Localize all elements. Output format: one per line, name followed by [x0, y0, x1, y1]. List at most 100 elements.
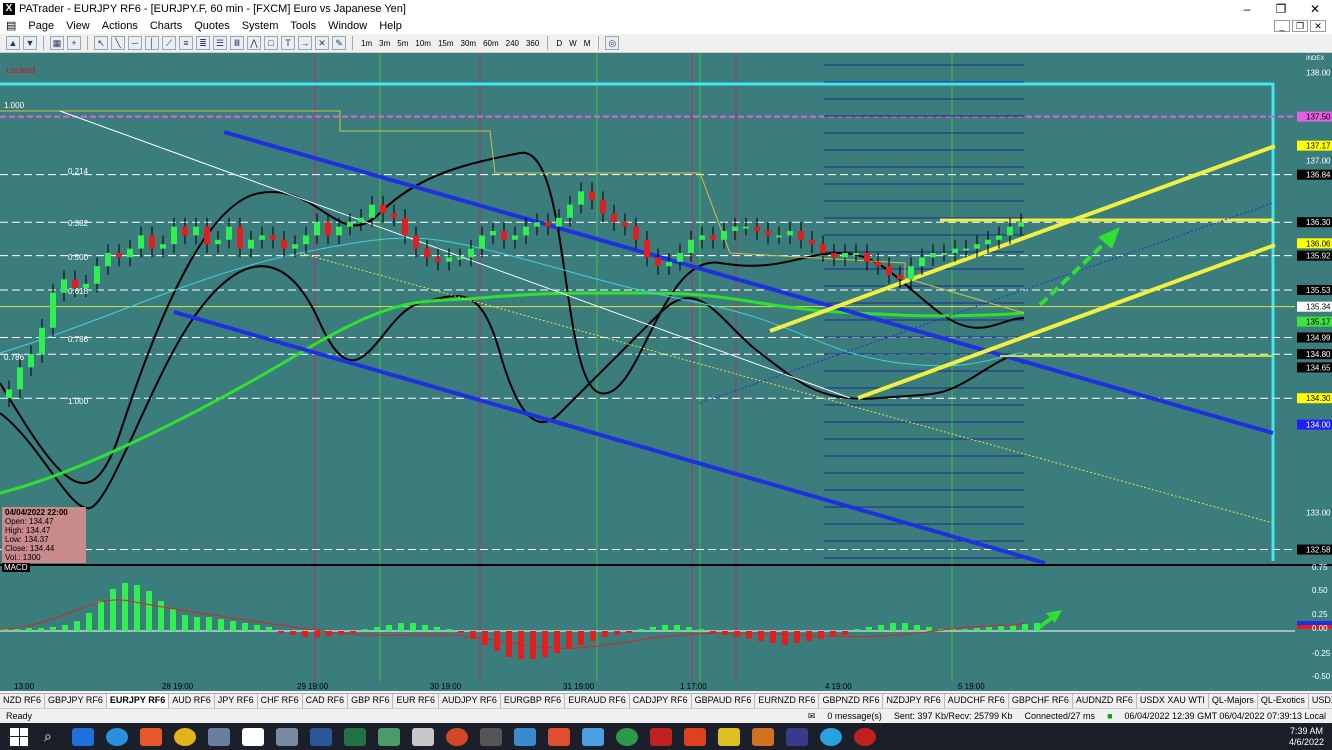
telegram-icon[interactable] [820, 727, 842, 746]
chrome-icon[interactable] [174, 727, 196, 746]
buy-icon[interactable]: ▲ [6, 36, 20, 50]
symbol-tab-gbp-rf6[interactable]: GBP RF6 [348, 694, 394, 708]
menu-window[interactable]: Window [322, 20, 373, 32]
s-app-red-icon[interactable] [548, 727, 570, 746]
maximize-button[interactable]: ❐ [1264, 2, 1298, 16]
vline-tool-icon[interactable]: │ [145, 36, 159, 50]
mdi-close-button[interactable]: ✕ [1310, 19, 1326, 32]
timeframe-240[interactable]: 240 [504, 39, 521, 48]
symbol-tab-gbpjpy-rf6[interactable]: GBPJPY RF6 [45, 694, 107, 708]
symbol-tab-ql-exotics[interactable]: QL-Exotics [1258, 694, 1309, 708]
symbol-tab-usdx-xau-wti[interactable]: USDX XAU WTI [1137, 694, 1209, 708]
symbol-tab-cad-rf6[interactable]: CAD RF6 [303, 694, 349, 708]
channel-tool-icon[interactable]: ≡ [179, 36, 193, 50]
timeframe-60m[interactable]: 60m [481, 39, 501, 48]
symbol-tab-chf-rf6[interactable]: CHF RF6 [258, 694, 303, 708]
fan-tool-icon[interactable]: ⋀ [247, 36, 261, 50]
symbol-tab-gbpaud-rf6[interactable]: GBPAUD RF6 [692, 694, 756, 708]
symbol-tab-audchf-rf6[interactable]: AUDCHF RF6 [945, 694, 1009, 708]
erase-tool-icon[interactable]: ✕ [315, 36, 329, 50]
crosshair-icon[interactable]: + [67, 36, 81, 50]
timeframe-1m[interactable]: 1m [359, 39, 374, 48]
arrow-tool-icon[interactable]: → [298, 36, 312, 50]
menu-page[interactable]: Page [22, 20, 60, 32]
fib-ext-tool-icon[interactable]: ☰ [213, 36, 227, 50]
symbol-tab-eurjpy-rf6[interactable]: EURJPY RF6 [106, 694, 170, 708]
timeframe-5m[interactable]: 5m [395, 39, 410, 48]
record-icon[interactable] [854, 727, 876, 746]
symbol-tab-eurnzd-rf6[interactable]: EURNZD RF6 [755, 694, 820, 708]
timeframe-3m[interactable]: 3m [377, 39, 392, 48]
symbol-tab-gbpnzd-rf6[interactable]: GBPNZD RF6 [819, 694, 884, 708]
minimize-button[interactable]: – [1230, 2, 1264, 16]
symbol-tab-aud-rf6[interactable]: AUD RF6 [169, 694, 215, 708]
timeframe-d[interactable]: D [554, 39, 564, 48]
symbol-tab-usdx-rf6[interactable]: USDX RF6 [1309, 694, 1332, 708]
menu-tools[interactable]: Tools [284, 20, 322, 32]
fib-tool-icon[interactable]: ≣ [196, 36, 210, 50]
chart-icon[interactable]: ▦ [50, 36, 64, 50]
orange-app-icon[interactable] [752, 727, 774, 746]
powerpoint-icon[interactable] [446, 727, 468, 746]
menu-help[interactable]: Help [373, 20, 408, 32]
notepad-icon[interactable] [412, 727, 434, 746]
menu-actions[interactable]: Actions [96, 20, 144, 32]
calculator-icon[interactable] [276, 727, 298, 746]
fib-time-tool-icon[interactable]: Ⅲ [230, 36, 244, 50]
timeframe-360[interactable]: 360 [524, 39, 541, 48]
image-viewer-icon[interactable] [378, 727, 400, 746]
patrader-icon[interactable] [242, 727, 264, 746]
mdi-restore-button[interactable]: ❐ [1292, 19, 1308, 32]
red-app-icon[interactable] [650, 727, 672, 746]
menu-charts[interactable]: Charts [144, 20, 188, 32]
tradingview-icon[interactable] [616, 727, 638, 746]
remote-desktop-icon[interactable] [582, 727, 604, 746]
s-app-icon[interactable] [514, 727, 536, 746]
line-tool-icon[interactable]: ╲ [111, 36, 125, 50]
symbol-tab-eurgbp-rf6[interactable]: EURGBP RF6 [501, 694, 566, 708]
outlook-icon[interactable] [72, 727, 94, 746]
yellow-app-icon[interactable] [718, 727, 740, 746]
excel-icon[interactable] [344, 727, 366, 746]
system-clock[interactable]: 7:39 AM 4/6/2022 [1289, 726, 1332, 748]
chart-canvas[interactable]: 1.000 0.214 0.382 0.500 0.618 0.786 0.786 1.000… [0, 53, 1332, 691]
symbol-tab-eur-rf6[interactable]: EUR RF6 [393, 694, 439, 708]
pen-tool-icon[interactable]: ✎ [332, 36, 346, 50]
symbol-tab-jpy-rf6[interactable]: JPY RF6 [215, 694, 258, 708]
menu-view[interactable]: View [60, 20, 96, 32]
symbol-tab-nzd-rf6[interactable]: NZD RF6 [0, 694, 45, 708]
status-messages[interactable]: 0 message(s) [821, 711, 888, 721]
symbol-tab-audnzd-rf6[interactable]: AUDNZD RF6 [1073, 694, 1137, 708]
app-icon[interactable] [208, 727, 230, 746]
rect-tool-icon[interactable]: □ [264, 36, 278, 50]
symbol-tab-cadjpy-rf6[interactable]: CADJPY RF6 [630, 694, 692, 708]
menu-system[interactable]: System [236, 20, 285, 32]
start-button[interactable] [10, 727, 28, 746]
pointer-icon[interactable]: ↖ [94, 36, 108, 50]
timeframe-30m[interactable]: 30m [459, 39, 479, 48]
symbol-tab-gbpchf-rf6[interactable]: GBPCHF RF6 [1009, 694, 1073, 708]
brave-icon[interactable] [140, 727, 162, 746]
close-button[interactable]: ✕ [1298, 2, 1332, 16]
messages-icon[interactable]: ✉ [802, 711, 822, 722]
c-app-icon[interactable] [684, 727, 706, 746]
timeframe-15m[interactable]: 15m [436, 39, 456, 48]
text-tool-icon[interactable]: T [281, 36, 295, 50]
menu-quotes[interactable]: Quotes [188, 20, 235, 32]
timeframe-w[interactable]: W [567, 39, 579, 48]
symbol-tab-nzdjpy-rf6[interactable]: NZDJPY RF6 [883, 694, 945, 708]
symbol-tab-ql-majors[interactable]: QL-Majors [1209, 694, 1258, 708]
symbol-tab-audjpy-rf6[interactable]: AUDJPY RF6 [439, 694, 501, 708]
search-icon[interactable]: ⌕ [44, 728, 60, 746]
symbol-tab-euraud-rf6[interactable]: EURAUD RF6 [565, 694, 630, 708]
mdi-minimize-button[interactable]: _ [1274, 19, 1290, 32]
timeframe-10m[interactable]: 10m [413, 39, 433, 48]
quote-app-icon[interactable] [786, 727, 808, 746]
hline-tool-icon[interactable]: ─ [128, 36, 142, 50]
files-icon[interactable] [480, 727, 502, 746]
page-menu-icon[interactable]: ▤ [0, 19, 22, 32]
refresh-icon[interactable]: ◎ [605, 36, 620, 50]
word-icon[interactable] [310, 727, 332, 746]
sell-icon[interactable]: ▼ [23, 36, 37, 50]
price-chart[interactable]: 1.000 0.214 0.382 0.500 0.618 0.786 0.786 1.000… [0, 53, 1332, 691]
